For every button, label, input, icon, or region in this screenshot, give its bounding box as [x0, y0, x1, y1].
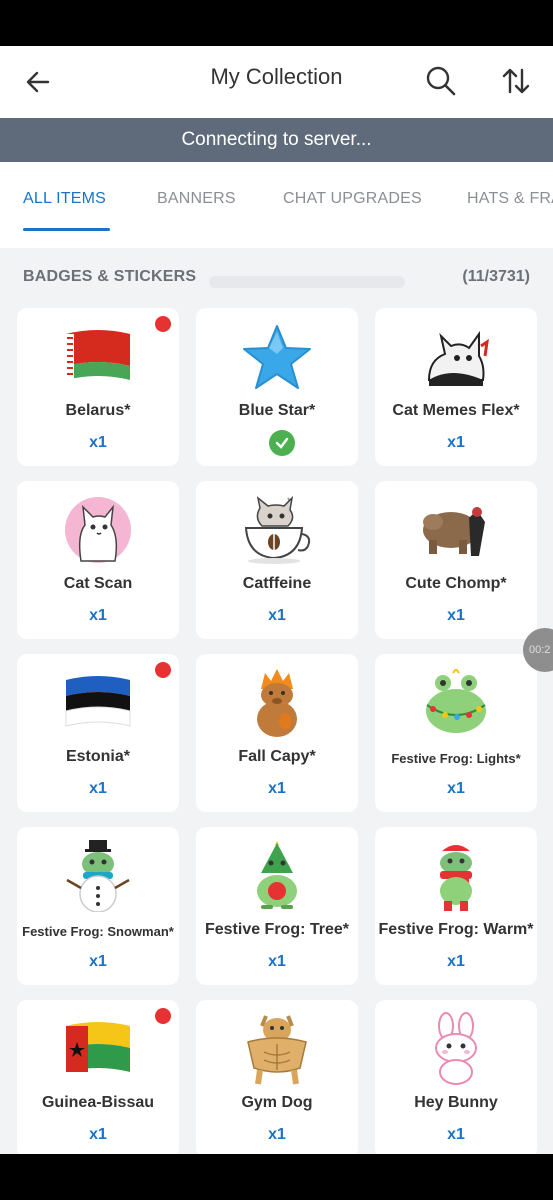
section-progress-bar — [209, 276, 405, 288]
item-card[interactable]: Festive Frog: Tree* x1 — [196, 827, 358, 985]
item-quantity: x1 — [447, 1126, 465, 1143]
section-count: (11/3731) — [462, 268, 530, 285]
item-quantity: x1 — [447, 953, 465, 970]
item-quantity: x1 — [447, 780, 465, 797]
new-item-dot — [155, 662, 171, 678]
active-tab-indicator — [23, 228, 110, 231]
frog-snowman-icon — [66, 840, 130, 912]
divider — [0, 234, 553, 248]
item-quantity: x1 — [89, 953, 107, 970]
item-card[interactable]: Hey Bunny x1 — [375, 1000, 537, 1154]
frog-warm-icon — [440, 845, 472, 911]
item-name: Cat Memes Flex* — [392, 402, 520, 419]
item-name: Blue Star* — [238, 402, 316, 419]
item-name: Festive Frog: Lights* — [391, 751, 521, 766]
fall-capy-icon — [257, 669, 297, 737]
catffeine-cup-icon — [244, 495, 311, 564]
section-header: BADGES & STICKERS (11/3731) — [0, 252, 553, 302]
connection-status-banner: Connecting to server... — [0, 118, 553, 162]
item-card[interactable]: Cute Chomp* x1 — [375, 481, 537, 639]
tab-chat-upgrades[interactable]: CHAT UPGRADES — [283, 190, 422, 208]
belarus-flag-icon — [66, 330, 130, 380]
item-card[interactable]: Fall Capy* x1 — [196, 654, 358, 812]
item-name: Festive Frog: Tree* — [204, 921, 350, 938]
item-name: Hey Bunny — [414, 1094, 498, 1111]
item-card[interactable]: Cat Scan x1 — [17, 481, 179, 639]
item-quantity: x1 — [447, 434, 465, 451]
item-quantity: x1 — [268, 953, 286, 970]
cat-scan-icon — [65, 497, 131, 563]
item-name: Cute Chomp* — [405, 575, 507, 592]
item-card[interactable]: Catffeine x1 — [196, 481, 358, 639]
item-quantity: x1 — [89, 607, 107, 624]
new-item-dot — [155, 1008, 171, 1024]
item-card[interactable]: Blue Star* — [196, 308, 358, 466]
frog-lights-icon — [426, 669, 486, 733]
item-card[interactable]: Belarus* x1 — [17, 308, 179, 466]
blue-star-icon — [243, 325, 311, 389]
app-bar: My Collection — [0, 46, 553, 118]
item-name: Festive Frog: Warm* — [378, 921, 534, 938]
item-name: Catffeine — [242, 575, 312, 592]
item-card[interactable]: Gym Dog x1 — [196, 1000, 358, 1154]
item-name: Festive Frog: Snowman* — [22, 924, 174, 939]
item-quantity: x1 — [89, 434, 107, 451]
item-quantity: x1 — [447, 607, 465, 624]
category-tabs: ALL ITEMS BANNERS CHAT UPGRADES HATS & F… — [0, 162, 553, 234]
tab-all-items[interactable]: ALL ITEMS — [23, 190, 106, 208]
app-screen: My Collection Connecting to server... AL… — [0, 46, 553, 1154]
page-title: My Collection — [210, 64, 343, 89]
gym-dog-icon — [247, 1015, 307, 1085]
tab-hats-frames[interactable]: HATS & FRA — [467, 190, 553, 208]
item-quantity: x1 — [89, 1126, 107, 1143]
item-quantity: x1 — [89, 780, 107, 797]
sort-icon[interactable] — [499, 64, 533, 98]
hey-bunny-icon — [435, 1012, 477, 1085]
item-name: Belarus* — [65, 402, 131, 419]
item-name: Guinea-Bissau — [41, 1094, 155, 1111]
item-quantity: x1 — [268, 780, 286, 797]
item-card[interactable]: Festive Frog: Lights* x1 — [375, 654, 537, 812]
cute-chomp-icon — [423, 507, 485, 556]
item-card[interactable]: Festive Frog: Warm* x1 — [375, 827, 537, 985]
item-quantity: x1 — [268, 607, 286, 624]
section-title: BADGES & STICKERS — [23, 268, 197, 285]
cat-memes-flex-icon — [427, 330, 489, 386]
item-name: Cat Scan — [63, 575, 133, 592]
new-item-dot — [155, 316, 171, 332]
item-card[interactable]: Estonia* x1 — [17, 654, 179, 812]
frog-tree-icon — [257, 841, 297, 909]
item-card[interactable]: Cat Memes Flex* x1 — [375, 308, 537, 466]
equipped-check-icon — [269, 430, 295, 456]
estonia-flag-icon — [65, 676, 131, 727]
item-card[interactable]: Guinea-Bissau x1 — [17, 1000, 179, 1154]
guinea-bissau-flag-icon — [66, 1022, 130, 1072]
item-name: Gym Dog — [241, 1094, 313, 1111]
tab-banners[interactable]: BANNERS — [157, 190, 236, 208]
item-quantity: x1 — [268, 1126, 286, 1143]
search-icon[interactable] — [424, 64, 458, 98]
item-name: Estonia* — [65, 748, 130, 765]
item-card[interactable]: Festive Frog: Snowman* x1 — [17, 827, 179, 985]
item-name: Fall Capy* — [238, 748, 316, 765]
